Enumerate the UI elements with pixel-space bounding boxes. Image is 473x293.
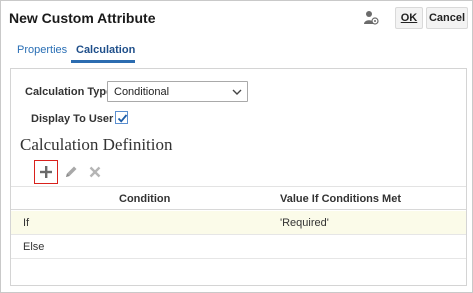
tab-properties[interactable]: Properties xyxy=(17,44,67,56)
pencil-icon xyxy=(66,166,77,177)
ok-button-label: OK xyxy=(400,12,418,24)
calculation-panel: Calculation Type Conditional Display To … xyxy=(10,68,467,286)
calculation-definition-title: Calculation Definition xyxy=(20,135,173,154)
table-row[interactable]: Else xyxy=(11,235,466,259)
dialog: New Custom Attribute OK Cancel Propertie… xyxy=(0,0,473,293)
calculation-type-label: Calculation Type xyxy=(25,86,113,98)
definition-toolbar xyxy=(34,160,114,184)
table-row[interactable]: If 'Required' xyxy=(11,211,466,235)
dialog-header: New Custom Attribute OK Cancel xyxy=(1,1,472,35)
delete-condition-button[interactable] xyxy=(87,164,103,180)
condition-cell: Else xyxy=(23,241,45,253)
cancel-button[interactable]: Cancel xyxy=(426,7,468,29)
edit-condition-button[interactable] xyxy=(63,164,79,180)
checkmark-icon xyxy=(117,114,128,123)
tab-bar: Properties Calculation xyxy=(1,37,472,63)
condition-cell: If xyxy=(23,217,30,229)
ok-button[interactable]: OK xyxy=(395,7,423,29)
add-condition-button[interactable] xyxy=(34,160,58,184)
user-settings-icon[interactable] xyxy=(363,10,379,26)
value-cell: 'Required' xyxy=(280,217,329,229)
calculation-type-value: Conditional xyxy=(114,86,170,98)
plus-icon xyxy=(40,166,52,178)
tab-calculation[interactable]: Calculation xyxy=(76,44,135,56)
table-header: Condition Value If Conditions Met xyxy=(11,186,466,210)
column-header-value[interactable]: Value If Conditions Met xyxy=(280,193,401,205)
tab-selected-indicator xyxy=(71,60,135,63)
x-icon xyxy=(89,166,101,178)
calculation-type-select[interactable]: Conditional xyxy=(107,81,248,102)
chevron-down-icon xyxy=(232,87,242,97)
column-header-condition[interactable]: Condition xyxy=(119,193,170,205)
dialog-title: New Custom Attribute xyxy=(9,10,156,26)
display-to-user-label: Display To User xyxy=(31,113,114,125)
display-to-user-checkbox[interactable] xyxy=(115,111,128,124)
